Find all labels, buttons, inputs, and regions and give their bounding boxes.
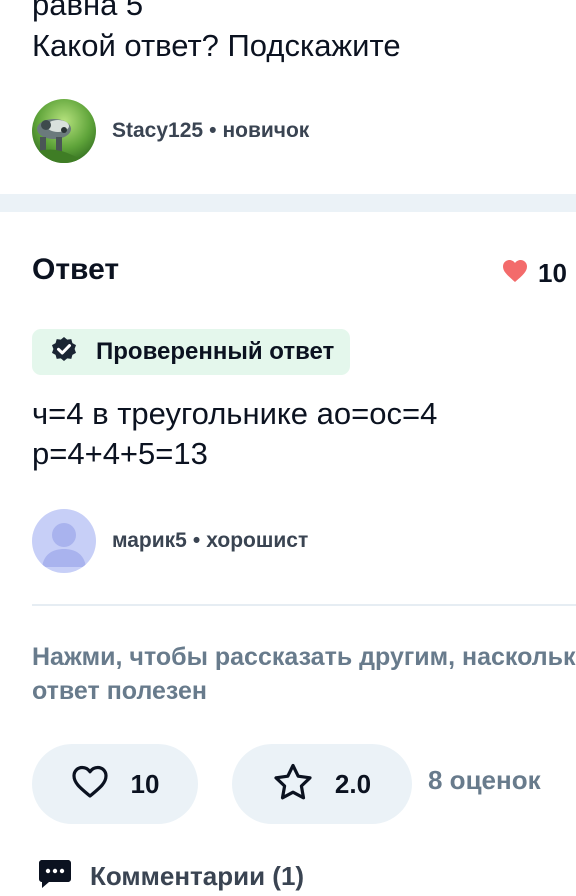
question-line: Какой ответ? Подскажите <box>32 28 401 63</box>
meta-separator: • <box>209 119 217 142</box>
divider <box>32 604 576 606</box>
comments-toggle[interactable]: Комментарии (1) <box>38 858 304 895</box>
comment-icon <box>38 858 72 895</box>
asker-name[interactable]: Stacy125 <box>112 119 203 142</box>
helpful-prompt: Нажми, чтобы рассказать другим, наскольк… <box>32 640 576 708</box>
verified-label: Проверенный ответ <box>96 338 335 365</box>
star-outline-icon <box>273 763 313 806</box>
asker-row[interactable]: Stacy125 • новичок <box>32 98 309 164</box>
answerer-avatar[interactable] <box>32 509 96 573</box>
heart-filled-icon <box>502 259 528 288</box>
rating-value: 2.0 <box>334 768 372 799</box>
question-text: равна 5 Какой ответ? Подскажите <box>32 0 576 66</box>
verified-answer-badge: Проверенный ответ <box>32 329 351 375</box>
like-count: 10 <box>130 768 160 799</box>
answer-likes: 10 <box>502 258 567 289</box>
answerer-name[interactable]: марик5 <box>112 529 187 552</box>
rate-button[interactable]: 2.0 <box>232 744 412 824</box>
answerer-meta: марик5 • хорошист <box>112 529 308 553</box>
comments-label: Комментарии (1) <box>90 861 305 891</box>
question-line: равна 5 <box>32 0 144 22</box>
asker-avatar[interactable] <box>32 99 96 163</box>
rating-count: 8 оценок <box>428 765 541 795</box>
answerer-row[interactable]: марик5 • хорошист <box>32 508 308 574</box>
answer-line: р=4+4+5=13 <box>32 436 208 471</box>
helpful-prompt-line: ответ полезен <box>32 677 207 705</box>
asker-rank: новичок <box>222 119 310 142</box>
helpful-prompt-line: Нажми, чтобы рассказать другим, наскольк… <box>32 643 576 671</box>
section-separator <box>0 194 576 212</box>
answer-body: ч=4 в треугольнике ао=ос=4 р=4+4+5=13 <box>32 394 437 474</box>
answerer-rank: хорошист <box>206 529 309 552</box>
meta-separator: • <box>192 529 201 552</box>
answer-likes-count: 10 <box>538 258 567 288</box>
heart-outline-icon <box>71 765 109 804</box>
like-button[interactable]: 10 <box>32 744 198 824</box>
verified-check-icon <box>50 336 78 369</box>
answer-line: ч=4 в треугольнике ао=ос=4 <box>32 396 438 431</box>
answer-heading: Ответ <box>32 253 120 286</box>
asker-meta: Stacy125 • новичок <box>112 119 309 143</box>
